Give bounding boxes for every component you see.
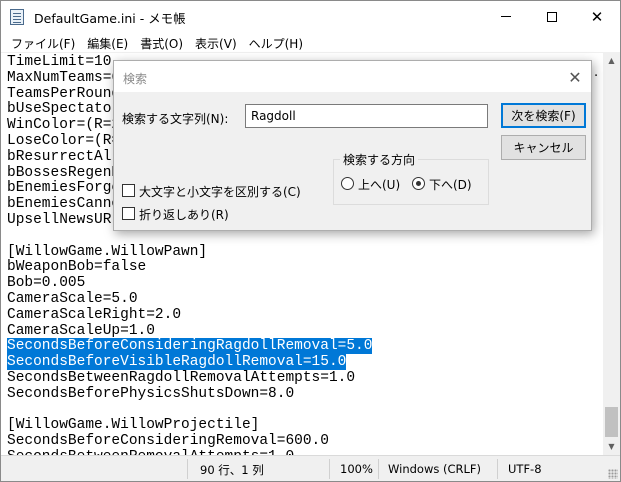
close-icon: ✕ — [590, 7, 604, 26]
text-line: UpsellNewsURL= — [7, 212, 129, 228]
menu-format[interactable]: 書式(O) — [134, 32, 189, 52]
text-line: SecondsBeforeConsideringRemoval=600.0 — [7, 433, 329, 450]
direction-up-radio[interactable] — [341, 177, 354, 190]
text-line: [WillowGame.WillowProjectile] — [7, 417, 260, 434]
text-line: TeamsPerRound= — [7, 85, 129, 102]
text-line: SecondsBeforePhysicsShutsDown=8.0 — [7, 385, 295, 402]
text-line: LoseColor=(R=0 — [7, 133, 129, 149]
text-line: CameraScaleUp=1.0 — [7, 322, 155, 339]
direction-group-label: 検索する方向 — [340, 151, 419, 168]
text-line: bEnemiesCannot — [7, 196, 129, 213]
minimize-icon — [501, 16, 511, 17]
maximize-button[interactable] — [529, 1, 575, 32]
text-line: [WillowGame.WillowPawn] — [7, 243, 208, 260]
cursor-position: 90 行、1 列 — [200, 463, 264, 477]
text-line: bUseSpectatorM — [7, 101, 129, 118]
encoding: UTF-8 — [508, 462, 542, 476]
direction-down-radio[interactable] — [412, 177, 425, 190]
text-line: bWeaponBob=false — [7, 259, 147, 276]
cancel-button[interactable]: キャンセル — [501, 135, 586, 160]
text-line: CameraScaleRight=2.0 — [7, 306, 182, 323]
maximize-icon — [547, 11, 557, 22]
find-dialog: 検索 ✕ 検索する文字列(N): Ragdoll 次を検索(F) キャンセル 検… — [113, 60, 592, 231]
find-what-input[interactable]: Ragdoll — [245, 104, 488, 128]
selected-text-line: SecondsBeforeConsideringRagdollRemoval=5… — [7, 338, 373, 355]
find-what-label: 検索する文字列(N): — [122, 112, 229, 126]
direction-up-label: 上へ(U) — [358, 178, 401, 192]
text-line: bResurrectAllP — [7, 148, 129, 165]
menu-help[interactable]: ヘルプ(H) — [243, 32, 309, 52]
wrap-around-label: 折り返しあり(R) — [139, 208, 229, 222]
title-bar[interactable]: DefaultGame.ini - メモ帳 ✕ — [1, 1, 620, 32]
scroll-down-arrow-icon[interactable]: ▼ — [603, 438, 620, 455]
text-line: Bob=0.005 — [7, 275, 86, 292]
status-separator — [497, 459, 498, 479]
overflow-dot: . — [594, 65, 599, 80]
find-dialog-close-button[interactable]: ✕ — [563, 65, 587, 89]
status-bar: 90 行、1 列 100% Windows (CRLF) UTF-8 — [1, 455, 620, 481]
status-separator — [378, 459, 379, 479]
wrap-around-checkbox[interactable] — [122, 207, 135, 220]
status-separator — [187, 459, 188, 479]
text-line: CameraScale=5.0 — [7, 291, 138, 307]
scroll-up-arrow-icon[interactable]: ▲ — [603, 52, 620, 69]
notepad-icon — [10, 9, 24, 25]
match-case-label: 大文字と小文字を区別する(C) — [139, 185, 301, 199]
selected-text-line: SecondsBeforeVisibleRagdollRemoval=15.0 — [7, 354, 347, 371]
find-dialog-title: 検索 — [123, 72, 148, 86]
scrollbar-thumb[interactable] — [605, 407, 618, 437]
window-title: DefaultGame.ini - メモ帳 — [34, 11, 186, 26]
zoom-level: 100% — [340, 462, 373, 476]
menu-file[interactable]: ファイル(F) — [5, 32, 81, 52]
resize-grip-icon[interactable] — [608, 469, 618, 479]
text-line: MaxNumTeams=6 — [7, 69, 121, 86]
text-line: bBossesRegenHe — [7, 164, 129, 181]
text-line: TimeLimit=10 — [7, 54, 112, 70]
text-line: SecondsBetweenRagdollRemovalAttempts=1.0 — [7, 370, 356, 386]
status-separator — [329, 459, 330, 479]
close-icon: ✕ — [568, 67, 582, 87]
menu-bar: ファイル(F) 編集(E) 書式(O) 表示(V) ヘルプ(H) — [1, 32, 620, 52]
minimize-button[interactable] — [483, 1, 529, 32]
text-line: bEnemiesForget — [7, 180, 129, 197]
find-next-button[interactable]: 次を検索(F) — [501, 103, 586, 128]
close-button[interactable]: ✕ — [574, 1, 620, 32]
line-ending: Windows (CRLF) — [388, 462, 482, 476]
notepad-window: DefaultGame.ini - メモ帳 ✕ ファイル(F) 編集(E) 書式… — [0, 0, 621, 482]
find-dialog-title-bar[interactable]: 検索 ✕ — [114, 61, 591, 92]
match-case-checkbox[interactable] — [122, 184, 135, 197]
vertical-scrollbar[interactable]: ▲ ▼ — [603, 52, 620, 455]
text-line: WinColor=(R=25 — [7, 117, 129, 134]
menu-edit[interactable]: 編集(E) — [81, 32, 134, 52]
menu-view[interactable]: 表示(V) — [189, 32, 243, 52]
direction-down-label: 下へ(D) — [429, 178, 472, 192]
